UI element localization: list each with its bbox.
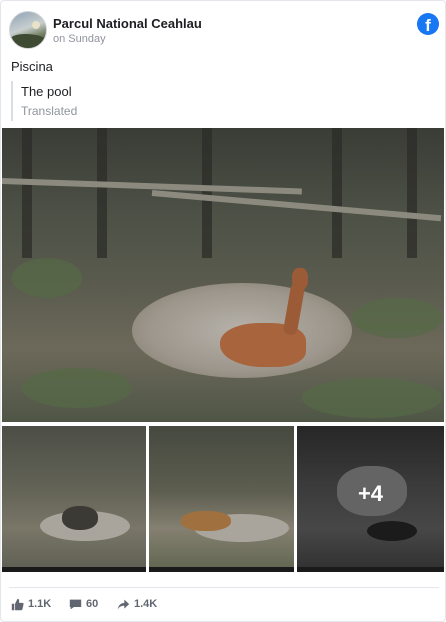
likes-count: 1.1K	[28, 598, 52, 610]
shares-count: 1.4K	[134, 598, 158, 610]
page-avatar[interactable]	[9, 11, 47, 49]
more-photos-count[interactable]: +4	[297, 481, 444, 507]
translated-label[interactable]: Translated	[21, 104, 77, 118]
post-header: Parcul National Ceahlau on Sunday f	[9, 11, 439, 51]
facebook-logo-icon[interactable]: f	[417, 13, 439, 35]
comment-bubble-icon	[69, 599, 82, 610]
share-arrow-icon	[117, 599, 130, 610]
page-name-link[interactable]: Parcul National Ceahlau	[53, 16, 202, 31]
avatar-hill	[10, 34, 46, 48]
deer-head	[292, 268, 308, 290]
fern	[22, 368, 132, 408]
fern	[302, 378, 442, 418]
thumbs-up-icon	[11, 598, 24, 611]
tree-trunk	[202, 128, 212, 258]
lynx	[181, 511, 231, 531]
post-timestamp[interactable]: on Sunday	[53, 33, 106, 45]
photo-thumbnail-lynx[interactable]	[149, 426, 294, 572]
avatar-sun	[32, 21, 40, 29]
comments-count: 60	[86, 598, 99, 610]
fern	[12, 258, 82, 298]
tree-trunk	[332, 128, 342, 258]
fern	[352, 298, 442, 338]
tree-trunk	[22, 128, 32, 258]
photo-thumbnail-bear[interactable]	[2, 426, 146, 572]
fallen-log	[151, 190, 442, 222]
tree-trunk	[97, 128, 107, 258]
photo-thumbnail-more[interactable]: +4	[297, 426, 444, 572]
translation-text: The pool	[21, 84, 72, 99]
tree-trunk	[407, 128, 417, 258]
camera-stamp	[149, 567, 294, 572]
main-photo[interactable]	[2, 128, 444, 422]
footer-divider	[9, 587, 439, 588]
translation-block: The pool Translated	[11, 81, 77, 121]
camera-stamp	[2, 567, 146, 572]
post-card: Parcul National Ceahlau on Sunday f Pisc…	[0, 0, 446, 622]
camera-stamp	[297, 567, 444, 572]
bear	[62, 506, 98, 530]
post-text: Piscina	[11, 59, 53, 74]
